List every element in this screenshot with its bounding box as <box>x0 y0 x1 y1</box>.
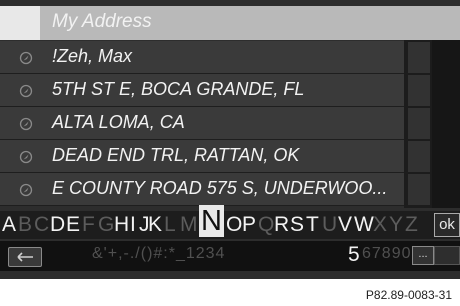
delete-button[interactable] <box>434 246 460 265</box>
letter-key-e[interactable]: E <box>66 213 80 237</box>
back-button[interactable] <box>8 247 42 267</box>
symbol-characters[interactable]: &'+,-./()#:*_1234 <box>92 245 225 263</box>
header-tab <box>0 6 40 40</box>
address-input-header[interactable]: My Address <box>0 6 460 40</box>
letter-key-o[interactable]: O <box>226 213 242 237</box>
list-item[interactable]: ALTA LOMA, CA <box>0 107 404 139</box>
character-bar[interactable]: ABCDEFGHIJKLMNOPQRSTUVWXYZ ok <box>0 205 460 239</box>
display-edge <box>432 40 460 208</box>
symbols-before[interactable]: &'+,-./()#:*_1234 <box>92 245 225 262</box>
list-item[interactable]: E COUNTY ROAD 575 S, UNDERWOO... <box>0 173 404 205</box>
letter-key-c[interactable]: C <box>34 213 49 237</box>
symbol-bar[interactable]: &'+,-./()#:*_1234 5 67890 ... <box>0 241 460 271</box>
letter-key-h[interactable]: H <box>114 213 129 237</box>
scrollbar-segment <box>408 141 430 172</box>
letter-key-w[interactable]: W <box>354 213 374 237</box>
compass-icon <box>19 84 33 98</box>
ok-button[interactable]: ok <box>434 213 460 237</box>
letter-key-y[interactable]: Y <box>389 213 403 237</box>
letter-key-l[interactable]: L <box>164 213 176 237</box>
list-item[interactable]: 5TH ST E, BOCA GRANDE, FL <box>0 74 404 106</box>
letter-key-d[interactable]: D <box>50 213 65 237</box>
compass-icon <box>19 117 33 131</box>
letter-key-t[interactable]: T <box>306 213 319 237</box>
list-item[interactable]: DEAD END TRL, RATTAN, OK <box>0 140 404 172</box>
list-item[interactable]: !Zeh, Max <box>0 41 404 73</box>
more-characters-button[interactable]: ... <box>412 246 434 265</box>
letter-key-q[interactable]: Q <box>258 213 274 237</box>
letter-key-m[interactable]: M <box>180 213 198 237</box>
compass-icon <box>19 51 33 65</box>
list-item-label: E COUNTY ROAD 575 S, UNDERWOO... <box>52 178 388 198</box>
figure-reference: P82.89-0083-31 <box>365 288 452 302</box>
letter-key-b[interactable]: B <box>18 213 32 237</box>
compass-icon <box>19 183 33 197</box>
letter-key-s[interactable]: S <box>290 213 304 237</box>
scrollbar-segment <box>408 108 430 139</box>
letter-key-x[interactable]: X <box>373 213 387 237</box>
list-item-label: !Zeh, Max <box>52 46 133 66</box>
scrollbar-segment <box>408 174 430 205</box>
address-input-placeholder: My Address <box>52 11 152 32</box>
scrollbar-segment <box>408 75 430 106</box>
back-arrow-icon <box>17 252 33 262</box>
letter-key-a[interactable]: A <box>2 213 16 237</box>
symbols-after[interactable]: 67890 <box>362 245 412 263</box>
letter-key-n[interactable]: N <box>199 205 224 237</box>
letter-key-k[interactable]: K <box>148 213 162 237</box>
list-item-label: ALTA LOMA, CA <box>52 112 185 132</box>
navigation-display: My Address !Zeh, Max 5TH ST E, BOCA GRAND… <box>0 0 460 279</box>
letter-key-f[interactable]: F <box>82 213 95 237</box>
list-item-label: 5TH ST E, BOCA GRANDE, FL <box>52 79 305 99</box>
letter-key-i[interactable]: I <box>130 213 136 237</box>
letter-key-u[interactable]: U <box>322 213 337 237</box>
letter-key-p[interactable]: P <box>242 213 256 237</box>
letter-key-v[interactable]: V <box>338 213 352 237</box>
letter-key-g[interactable]: G <box>98 213 114 237</box>
letter-key-z[interactable]: Z <box>405 213 418 237</box>
digit-key-5[interactable]: 5 <box>348 243 360 267</box>
letter-key-r[interactable]: R <box>274 213 289 237</box>
list-item-label: DEAD END TRL, RATTAN, OK <box>52 145 300 165</box>
scrollbar-segment <box>408 42 430 73</box>
compass-icon <box>19 150 33 164</box>
